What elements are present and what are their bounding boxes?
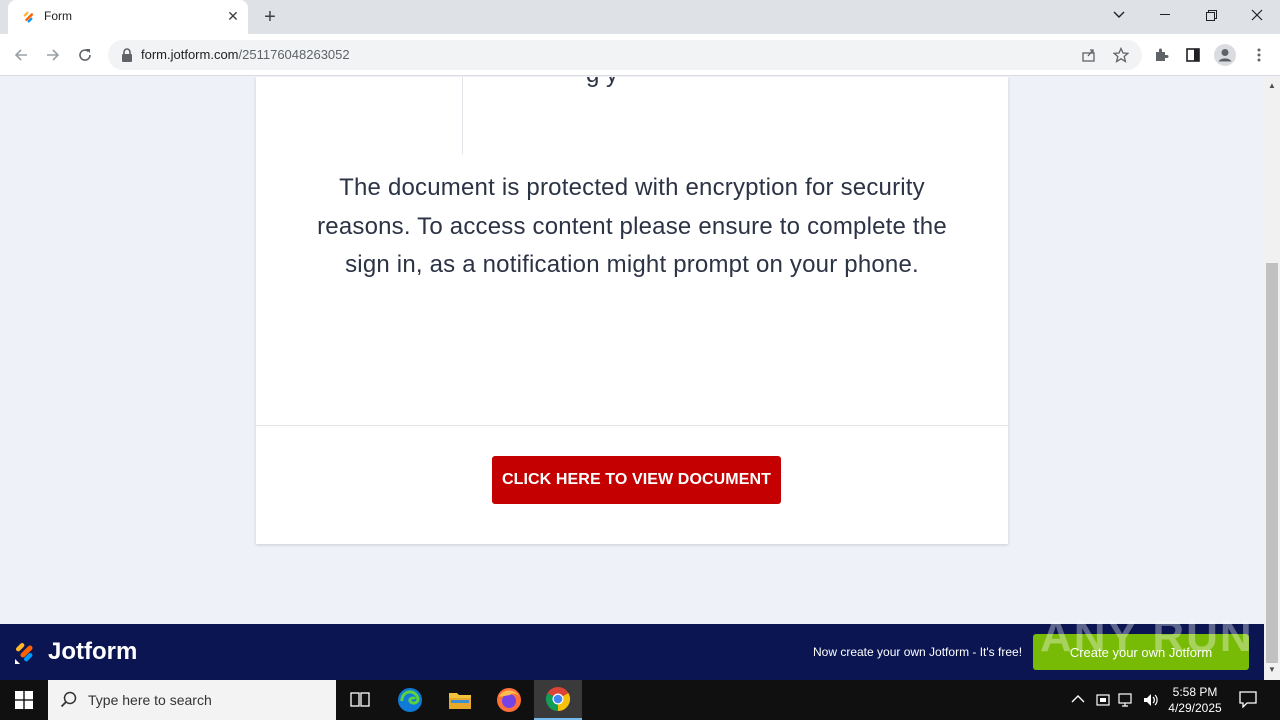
form-card: g y The document is protected with encry… [256, 77, 1008, 544]
tab-title: Form [44, 9, 72, 23]
jotform-favicon-icon [23, 11, 34, 23]
tray-app-icon[interactable] [1095, 692, 1111, 711]
bookmark-star-icon[interactable] [1108, 42, 1134, 68]
anyrun-watermark: ANY RUN [1040, 612, 1254, 661]
url-host: form.jotform.com [141, 47, 239, 62]
task-view-icon[interactable] [336, 680, 384, 720]
page-scrollbar[interactable]: ▲ ▼ [1264, 77, 1280, 680]
scrollbar-thumb[interactable] [1266, 263, 1278, 663]
new-tab-button[interactable]: + [260, 7, 280, 27]
side-panel-icon[interactable] [1180, 42, 1206, 68]
encryption-message: The document is protected with encryptio… [317, 174, 947, 278]
jotform-logo-text[interactable]: Jotform [48, 638, 137, 666]
volume-icon[interactable] [1142, 692, 1160, 711]
edge-app-icon[interactable] [386, 680, 434, 720]
share-icon[interactable] [1076, 42, 1102, 68]
restore-icon[interactable] [1188, 0, 1234, 30]
close-window-icon[interactable] [1234, 0, 1280, 30]
profile-avatar-icon[interactable] [1212, 42, 1238, 68]
lock-icon [122, 48, 132, 62]
chrome-app-icon[interactable] [534, 680, 582, 720]
notification-icon[interactable] [1238, 690, 1258, 711]
promo-text: Now create your own Jotform - It's free! [813, 645, 1023, 659]
windows-start-icon[interactable] [0, 680, 48, 720]
search-icon [60, 691, 77, 708]
scroll-up-arrow-icon[interactable]: ▲ [1268, 81, 1276, 90]
tray-chevron-up-icon[interactable] [1071, 692, 1085, 707]
card-vertical-divider [462, 77, 463, 154]
network-icon[interactable] [1118, 692, 1136, 711]
search-placeholder: Type here to search [88, 692, 212, 708]
jotform-logo-icon [15, 642, 33, 664]
card-horizontal-divider [256, 425, 1008, 426]
url-text: form.jotform.com/251176048263052 [141, 47, 350, 62]
browser-tab-strip: Form ✕ + [0, 0, 1280, 34]
browser-toolbar: form.jotform.com/251176048263052 [0, 34, 1280, 76]
browser-tab[interactable]: Form ✕ [8, 0, 248, 34]
firefox-app-icon[interactable] [485, 680, 533, 720]
forward-icon[interactable] [40, 42, 66, 68]
file-explorer-icon[interactable] [436, 680, 484, 720]
clock-time: 5:58 PM [1172, 685, 1218, 699]
jotform-footer-bar: Jotform Now create your own Jotform - It… [0, 612, 1264, 680]
tab-search-icon[interactable] [1096, 0, 1142, 30]
taskbar-clock[interactable]: 5:58 PM 4/29/2025 [1160, 684, 1230, 716]
tab-close-icon[interactable]: ✕ [224, 7, 242, 25]
minimize-icon[interactable] [1142, 0, 1188, 30]
clock-date: 4/29/2025 [1168, 701, 1222, 715]
clipped-heading-fragment: g y [586, 77, 618, 89]
taskbar-search-box[interactable]: Type here to search [48, 680, 336, 720]
browser-menu-icon[interactable] [1246, 42, 1272, 68]
reload-icon[interactable] [72, 42, 98, 68]
url-path: /251176048263052 [238, 47, 350, 62]
windows-taskbar: Type here to search 5:58 PM 4/29/2025 [0, 680, 1280, 720]
back-icon[interactable] [8, 42, 34, 68]
view-document-button[interactable]: CLICK HERE TO VIEW DOCUMENT [492, 456, 781, 504]
extensions-icon[interactable] [1148, 42, 1174, 68]
page-content: g y The document is protected with encry… [0, 77, 1264, 624]
scroll-down-arrow-icon[interactable]: ▼ [1268, 665, 1276, 674]
address-bar[interactable]: form.jotform.com/251176048263052 [108, 40, 1142, 70]
